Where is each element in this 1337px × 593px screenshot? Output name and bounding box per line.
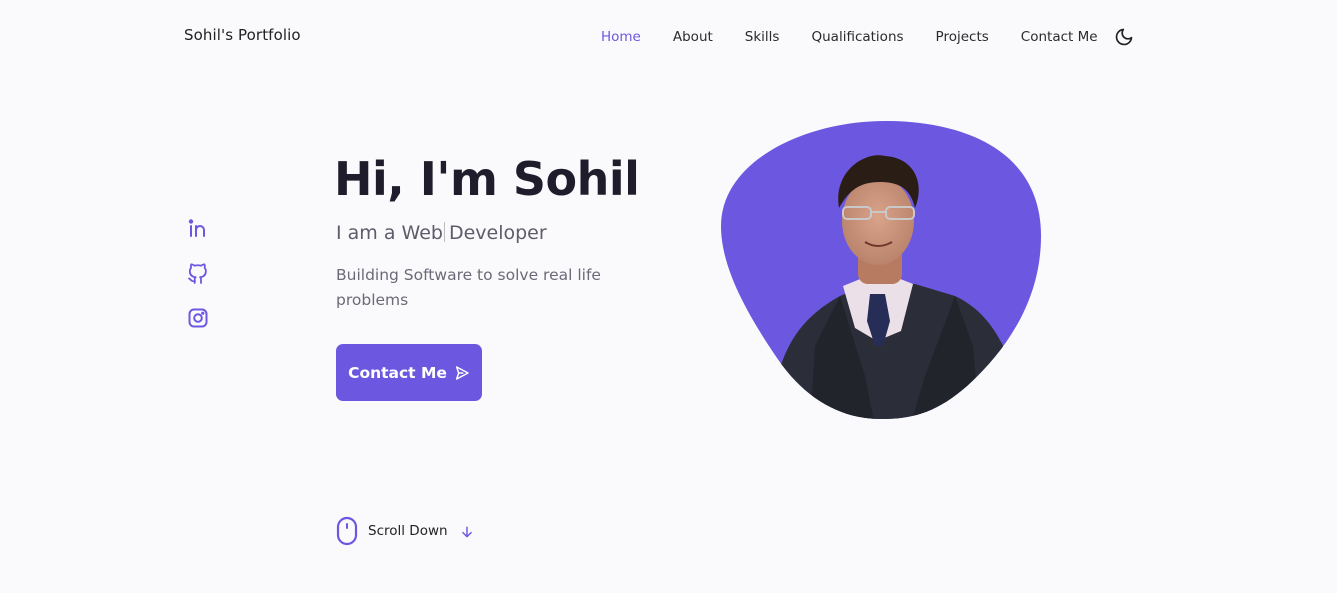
nav-projects[interactable]: Projects (936, 29, 989, 45)
hero-description: Building Software to solve real life pro… (336, 266, 601, 309)
scroll-down-label: Scroll Down (368, 523, 448, 539)
arrow-down-icon (460, 524, 474, 538)
main-nav: Home About Skills Qualifications Project… (601, 26, 1134, 47)
scroll-down-link[interactable]: Scroll Down (336, 516, 474, 546)
profile-blob (715, 116, 1047, 426)
send-icon (454, 365, 470, 381)
subtitle-role: Developer (448, 222, 547, 244)
moon-icon[interactable] (1114, 27, 1134, 47)
nav-qualifications[interactable]: Qualifications (811, 29, 903, 45)
contact-me-button[interactable]: Contact Me (336, 344, 482, 401)
nav-contact-me[interactable]: Contact Me (1021, 29, 1098, 45)
profile-image (721, 121, 1041, 419)
site-header: Sohil's Portfolio Home About Skills Qual… (0, 0, 1337, 72)
logo-link[interactable]: Sohil's Portfolio (184, 26, 301, 44)
contact-me-label: Contact Me (348, 363, 447, 382)
nav-skills[interactable]: Skills (745, 29, 780, 45)
nav-about[interactable]: About (673, 29, 713, 45)
instagram-icon[interactable] (186, 306, 210, 330)
social-links (186, 216, 210, 351)
typed-text: I am a Web (336, 222, 443, 244)
typing-caret (443, 222, 445, 242)
mouse-icon (336, 516, 358, 546)
hero-title: Hi, I'm Sohil (334, 152, 640, 206)
github-icon[interactable] (186, 261, 210, 285)
nav-home[interactable]: Home (601, 29, 641, 45)
linkedin-icon[interactable] (186, 216, 210, 240)
hero-subtitle: I am a Web Developer (336, 222, 547, 244)
